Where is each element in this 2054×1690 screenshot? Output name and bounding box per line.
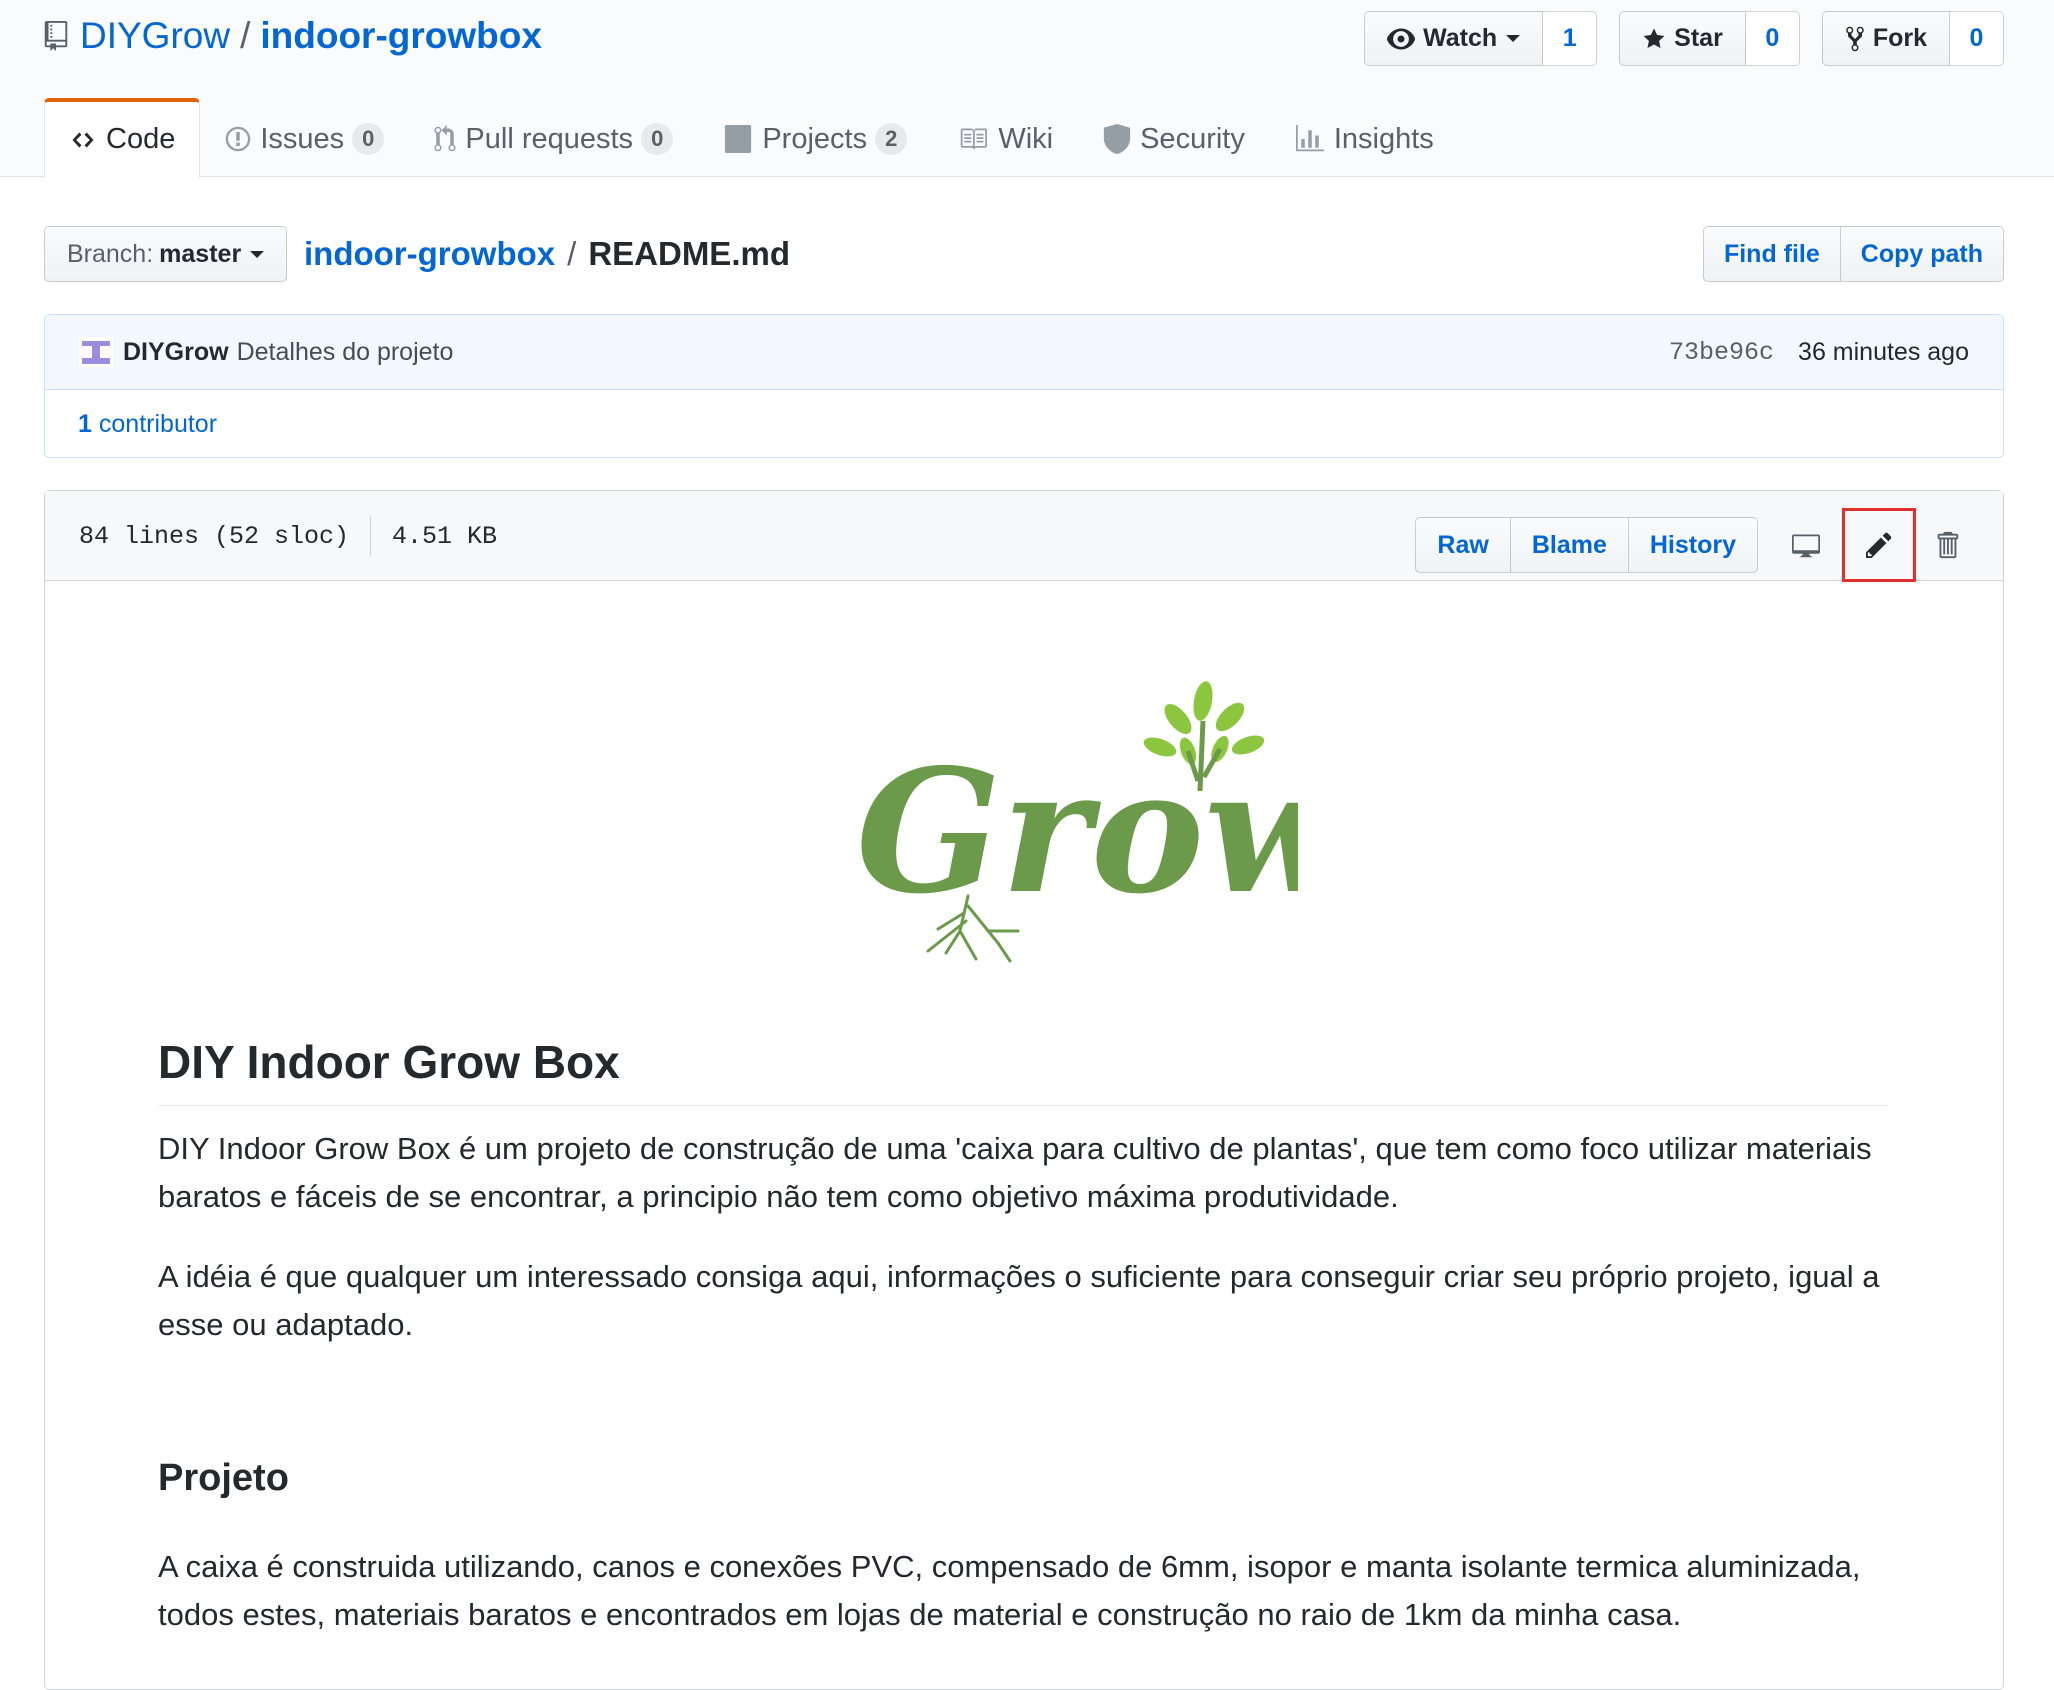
commit-box: DIYGrow Detalhes do projeto 73be96c 36 m… [44, 314, 2004, 458]
star-button[interactable]: Star [1619, 11, 1746, 66]
raw-button[interactable]: Raw [1415, 517, 1511, 573]
repo-actions: Watch 1 Star 0 Fork 0 [1364, 11, 2004, 66]
fork-label: Fork [1872, 24, 1927, 52]
repo-icon [44, 21, 68, 51]
book-icon [961, 128, 988, 150]
branch-label: Branch: [67, 239, 154, 268]
tab-wiki-label: Wiki [998, 122, 1054, 155]
commit-message-link[interactable]: Detalhes do projeto [237, 338, 454, 367]
file-box: 84 lines (52 sloc) 4.51 KB Raw Blame His… [44, 490, 2004, 1690]
star-group: Star 0 [1619, 11, 1800, 66]
issues-counter: 0 [352, 123, 385, 155]
tab-security[interactable]: Security [1078, 98, 1270, 177]
issue-icon [226, 126, 251, 152]
tab-code-label: Code [106, 123, 176, 155]
tab-wiki[interactable]: Wiki [932, 98, 1078, 177]
tab-projects[interactable]: Projects 2 [698, 98, 932, 177]
readme-section-heading: Projeto [158, 1457, 289, 1499]
tab-projects-label: Projects [762, 122, 868, 155]
trash-icon [1937, 531, 1959, 559]
breadcrumb: indoor-growbox / README.md [304, 226, 790, 282]
contributors-label: contributor [98, 409, 218, 438]
repo-name-link[interactable]: indoor-growbox [260, 15, 542, 57]
watch-label: Watch [1423, 24, 1498, 52]
grow-logo: Grow [856, 681, 1298, 963]
readme-paragraph-1: DIY Indoor Grow Box é um projeto de cons… [158, 1131, 1872, 1214]
repo-nav: Code Issues 0 Pull requests 0 Projects 2… [44, 98, 1459, 178]
file-actions: Raw Blame History [1415, 508, 1969, 582]
shield-icon [1103, 124, 1131, 154]
readme-title: DIY Indoor Grow Box [158, 1035, 1888, 1106]
file-lines: 84 lines (52 sloc) [79, 521, 350, 551]
watch-count[interactable]: 1 [1543, 11, 1598, 66]
pull-request-icon [434, 125, 456, 152]
file-navigation: Branch: master indoor-growbox / README.m… [44, 226, 2004, 282]
repo-owner-link[interactable]: DIYGrow [80, 15, 230, 57]
commit-tease: DIYGrow Detalhes do projeto 73be96c 36 m… [45, 315, 2003, 390]
commit-author-link[interactable]: DIYGrow [123, 338, 229, 367]
avatar[interactable] [79, 337, 113, 367]
repo-header: DIYGrow / indoor-growbox Watch 1 Star 0 … [0, 0, 2054, 178]
edit-file-button[interactable] [1842, 508, 1916, 582]
watch-group: Watch 1 [1364, 11, 1598, 66]
tab-insights-label: Insights [1333, 122, 1434, 155]
find-file-button[interactable]: Find file [1702, 226, 1841, 282]
star-count[interactable]: 0 [1745, 11, 1800, 66]
fork-icon [1846, 26, 1864, 51]
tab-issues[interactable]: Issues 0 [200, 98, 409, 177]
contributors-link[interactable]: 1 contributor [78, 410, 217, 439]
pull-requests-counter: 0 [641, 123, 674, 155]
readme-paragraph-3: A caixa é construida utilizando, canos e… [158, 1549, 1861, 1632]
file-size: 4.51 KB [392, 521, 498, 551]
watch-button[interactable]: Watch [1364, 11, 1544, 66]
code-icon [72, 132, 94, 147]
star-label: Star [1674, 24, 1723, 52]
logo-wordmark: Grow [856, 732, 1298, 932]
chevron-down-icon [250, 250, 265, 258]
commit-sha-link[interactable]: 73be96c [1669, 338, 1774, 367]
commit-time: 36 minutes ago [1798, 337, 1969, 366]
contributors-row: 1 contributor [45, 390, 2003, 457]
repo-title-separator: / [240, 15, 251, 56]
fork-button[interactable]: Fork [1821, 11, 1950, 66]
breadcrumb-repo-link[interactable]: indoor-growbox [304, 235, 555, 273]
desktop-icon [1792, 534, 1820, 558]
file-header: 84 lines (52 sloc) 4.51 KB Raw Blame His… [45, 491, 2003, 582]
chevron-down-icon [1506, 35, 1521, 42]
file-view-buttons: Raw Blame History [1415, 517, 1758, 573]
fork-group: Fork 0 [1821, 11, 2004, 66]
tab-security-label: Security [1140, 122, 1245, 155]
delete-file-button[interactable] [1925, 517, 1969, 573]
tab-insights[interactable]: Insights [1270, 98, 1459, 177]
readme-paragraph-2: A idéia é que qualquer um interessado co… [158, 1259, 1880, 1342]
repo-title: DIYGrow / indoor-growbox [44, 12, 542, 60]
file-info-divider [370, 516, 372, 556]
tab-pull-requests[interactable]: Pull requests 0 [409, 98, 698, 177]
blame-button[interactable]: Blame [1510, 517, 1629, 573]
pencil-icon [1866, 532, 1892, 558]
graph-icon [1295, 125, 1324, 152]
history-button[interactable]: History [1628, 517, 1758, 573]
breadcrumb-separator: / [567, 235, 577, 272]
fork-count[interactable]: 0 [1950, 11, 2004, 66]
branch-value: master [159, 239, 242, 268]
file-info: 84 lines (52 sloc) 4.51 KB [79, 491, 497, 581]
breadcrumb-file: README.md [588, 235, 790, 272]
copy-path-button[interactable]: Copy path [1840, 226, 2004, 282]
branch-select-button[interactable]: Branch: master [44, 226, 288, 282]
open-desktop-button[interactable] [1772, 517, 1840, 573]
tab-pull-requests-label: Pull requests [465, 122, 634, 155]
project-icon [725, 125, 752, 153]
commit-meta: 73be96c 36 minutes ago [1669, 338, 1969, 367]
projects-counter: 2 [875, 123, 908, 155]
star-icon [1643, 28, 1665, 48]
contributors-count: 1 [78, 409, 92, 438]
path-buttons: Find file Copy path [1702, 226, 2004, 282]
eye-icon [1387, 28, 1416, 49]
tab-issues-label: Issues [260, 122, 345, 155]
tab-code[interactable]: Code [44, 98, 201, 178]
